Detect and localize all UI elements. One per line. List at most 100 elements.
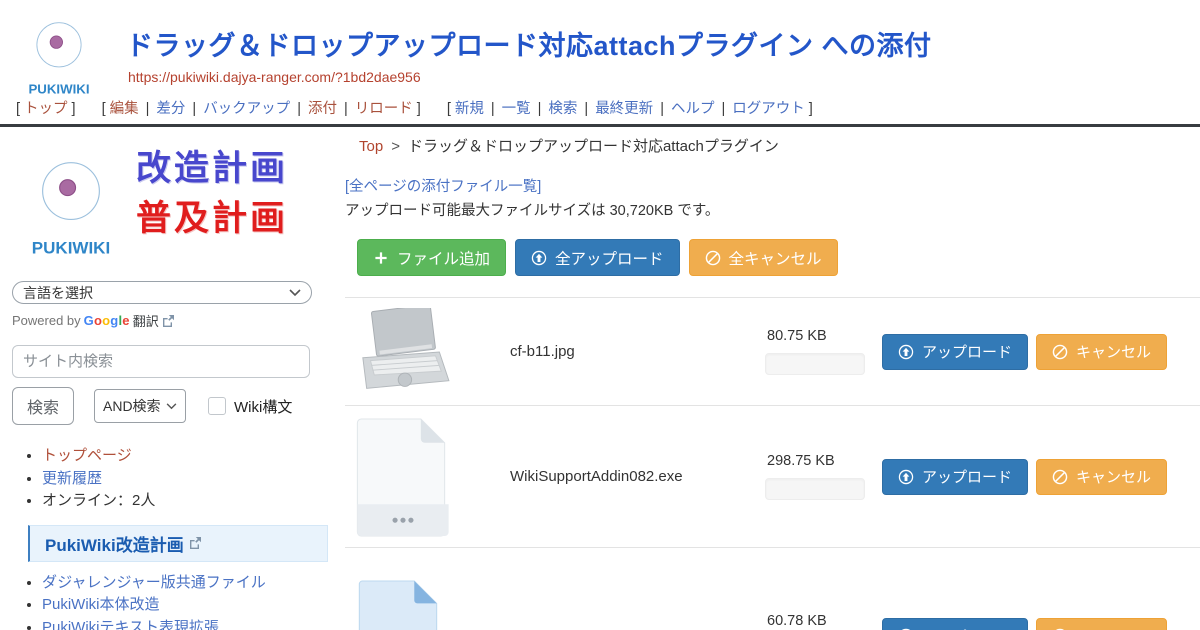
all-attachments-link[interactable]: [全ページの添付ファイル一覧] — [345, 175, 1200, 196]
table-row: cf-b11.jpg 80.75 KB アップロード キャンセル — [345, 298, 1200, 406]
chevron-down-icon — [166, 403, 177, 410]
sidebar-logo[interactable]: 改造計画 普及計画 — [12, 140, 328, 260]
slogan-line2: 普及計画 — [136, 194, 288, 244]
nav-item-new[interactable]: 新規 — [455, 101, 484, 117]
pipe: | — [146, 101, 150, 117]
cancel-label: キャンセル — [1076, 466, 1151, 487]
sidebar-link-core-mod[interactable]: PukiWiki本体改造 — [42, 596, 160, 613]
page-header: ドラッグ＆ドロップアップロード対応attachプラグイン への添付 https:… — [0, 0, 1200, 127]
sidebar-quick-list: トップページ 更新履歴 オンライン：2人 — [12, 446, 328, 512]
cancel-label: キャンセル — [1076, 626, 1151, 630]
bracket: [ — [102, 101, 106, 117]
table-row: WikiSupportAddin082.exe 298.75 KB アップロード… — [345, 406, 1200, 548]
sidebar-link-toppage[interactable]: トップページ — [42, 447, 132, 464]
nav-item-reload[interactable]: リロード — [355, 101, 413, 117]
max-upload-size-text: アップロード可能最大ファイルサイズは 30,720KB です。 — [345, 199, 1200, 220]
cancel-all-button[interactable]: 全キャンセル — [689, 239, 838, 276]
sidebar-link-history[interactable]: 更新履歴 — [42, 470, 102, 487]
search-button[interactable]: 検索 — [12, 387, 74, 425]
nav-item-attach[interactable]: 添付 — [308, 101, 337, 117]
list-item: 更新履歴 — [42, 469, 328, 490]
sidebar-link-text-ext[interactable]: PukiWikiテキスト表現拡張 — [42, 619, 219, 630]
google-logo: Google — [84, 313, 130, 328]
file-size: 60.78 KB — [767, 613, 882, 629]
nav-item-top[interactable]: トップ — [24, 101, 68, 117]
progress-bar — [765, 478, 865, 500]
list-item: オンライン：2人 — [42, 491, 328, 512]
sidebar-section-pukiwiki-kaizou[interactable]: PukiWiki改造計画 — [28, 525, 328, 562]
nav-group-site: [新規|一覧|検索|最終更新|ヘルプ|ログアウト] — [443, 101, 817, 117]
language-select-value: 言語を選択 — [23, 283, 93, 303]
nav-item-diff[interactable]: 差分 — [156, 101, 185, 117]
bracket: ] — [417, 101, 421, 117]
pipe: | — [192, 101, 196, 117]
add-files-button[interactable]: ファイル追加 — [357, 239, 506, 276]
list-item: PukiWiki本体改造 — [42, 595, 328, 616]
search-controls: 検索 AND検索 Wiki構文 — [12, 387, 328, 425]
plus-icon — [373, 250, 389, 266]
pipe: | — [660, 101, 664, 117]
breadcrumb-separator: > — [391, 138, 400, 155]
pipe: | — [297, 101, 301, 117]
pipe: | — [584, 101, 588, 117]
pukiwiki-atom-icon — [12, 140, 130, 258]
cancel-button[interactable]: キャンセル — [1036, 459, 1167, 495]
file-name: WikiSupportAddin082.exe — [455, 468, 735, 485]
upload-icon — [898, 469, 914, 485]
table-row: contents.html 60.78 KB アップロード キャンセル — [345, 548, 1200, 630]
nav-item-edit[interactable]: 編集 — [110, 101, 139, 117]
sidebar-link-common-files[interactable]: ダジャレンジャー版共通ファイル — [42, 574, 266, 591]
generic-file-icon — [353, 415, 453, 539]
html-code-file-icon — [353, 579, 443, 630]
upload-all-label: 全アップロード — [555, 247, 664, 269]
file-size: 298.75 KB — [767, 453, 882, 469]
wiki-syntax-checkbox[interactable] — [208, 397, 226, 415]
search-mode-select[interactable]: AND検索 — [94, 389, 186, 423]
translate-link[interactable]: 翻訳 — [133, 311, 159, 330]
pukiwiki-logo-icon[interactable] — [12, 5, 106, 97]
upload-label: アップロード — [922, 626, 1012, 630]
main-content: Top>ドラッグ＆ドロップアップロード対応attachプラグイン [全ページの添… — [328, 127, 1200, 630]
breadcrumb-home-link[interactable]: Top — [359, 138, 383, 155]
upload-button[interactable]: アップロード — [882, 618, 1028, 630]
nav-item-recent[interactable]: 最終更新 — [595, 101, 653, 117]
upload-all-button[interactable]: 全アップロード — [515, 239, 680, 276]
upload-button[interactable]: アップロード — [882, 334, 1028, 370]
pipe: | — [344, 101, 348, 117]
online-count-text: オンライン：2人 — [42, 492, 155, 509]
upload-button[interactable]: アップロード — [882, 459, 1028, 495]
nav-item-backup[interactable]: バックアップ — [203, 101, 290, 117]
chevron-down-icon — [289, 289, 301, 297]
upload-file-list: cf-b11.jpg 80.75 KB アップロード キャンセル — [345, 297, 1200, 630]
list-item: トップページ — [42, 446, 328, 467]
google-translate-attribution: Powered by Google 翻訳 — [12, 311, 328, 330]
list-item: PukiWikiテキスト表現拡張 — [42, 618, 328, 630]
external-link-icon — [189, 537, 201, 549]
upload-label: アップロード — [922, 466, 1012, 487]
upload-icon — [898, 344, 914, 360]
bracket: ] — [809, 101, 813, 117]
ban-icon — [1052, 469, 1068, 485]
cancel-button[interactable]: キャンセル — [1036, 334, 1167, 370]
pipe: | — [721, 101, 725, 117]
pipe: | — [538, 101, 542, 117]
add-files-label: ファイル追加 — [397, 247, 490, 269]
cancel-all-label: 全キャンセル — [729, 247, 822, 269]
nav-group-top: [トップ] — [12, 101, 80, 117]
nav-item-list[interactable]: 一覧 — [502, 101, 531, 117]
page-title: ドラッグ＆ドロップアップロード対応attachプラグイン への添付 — [126, 24, 932, 63]
cancel-button[interactable]: キャンセル — [1036, 618, 1167, 630]
bracket: ] — [72, 101, 76, 117]
ban-icon — [705, 250, 721, 266]
site-search-input[interactable] — [12, 345, 310, 378]
page-url-text: https://pukiwiki.dajya-ranger.com/?1bd2d… — [128, 69, 421, 85]
nav-item-logout[interactable]: ログアウト — [732, 101, 805, 117]
nav-item-search[interactable]: 検索 — [548, 101, 577, 117]
breadcrumb: Top>ドラッグ＆ドロップアップロード対応attachプラグイン — [359, 135, 1200, 156]
language-select[interactable]: 言語を選択 — [12, 281, 312, 304]
wiki-syntax-label: Wiki構文 — [234, 396, 292, 417]
cancel-label: キャンセル — [1076, 341, 1151, 362]
bracket: [ — [447, 101, 451, 117]
search-mode-value: AND検索 — [103, 396, 161, 416]
nav-item-help[interactable]: ヘルプ — [671, 101, 715, 117]
